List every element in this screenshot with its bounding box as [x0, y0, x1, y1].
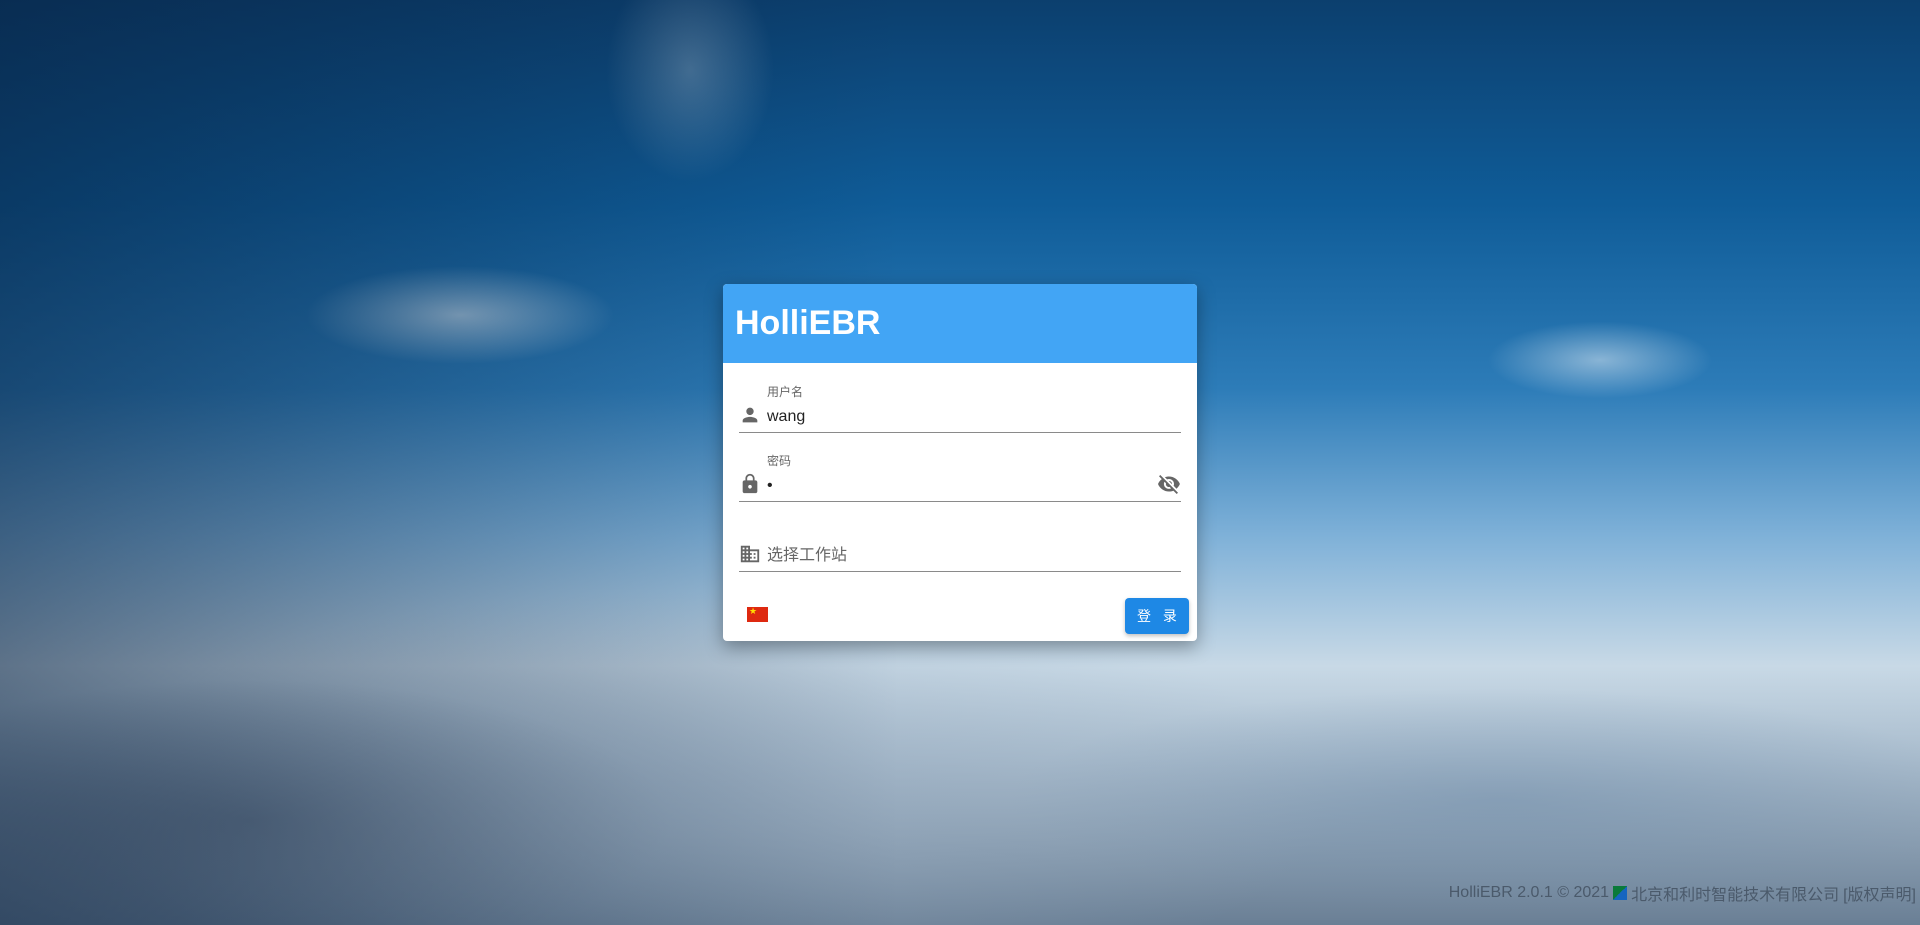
login-button[interactable]: 登 录: [1125, 598, 1189, 634]
company-name: 北京和利时智能技术有限公司: [1631, 887, 1840, 904]
company-logo-icon: [1613, 886, 1628, 900]
username-label: 用户名: [767, 385, 804, 399]
flag-star: ★: [749, 607, 758, 617]
login-card: HolliEBR 用户名 wang 密码 • 选择工作站 ★ 登 录: [723, 284, 1197, 641]
workstation-placeholder: 选择工作站: [767, 545, 848, 564]
username-input[interactable]: wang: [767, 408, 805, 426]
workstation-select[interactable]: 选择工作站: [739, 522, 1181, 572]
login-card-header: HolliEBR: [723, 284, 1197, 363]
username-field[interactable]: 用户名 wang: [739, 383, 1181, 433]
app-title: HolliEBR: [735, 304, 881, 342]
lock-icon: [742, 473, 758, 494]
password-label: 密码: [767, 454, 792, 468]
china-flag-icon[interactable]: ★: [747, 607, 768, 622]
building-icon: [740, 545, 760, 563]
version-text: HolliEBR 2.0.1 © 2021: [1448, 884, 1610, 901]
eye-off-icon[interactable]: [1157, 472, 1181, 496]
footer: HolliEBR 2.0.1 © 2021 北京和利时智能技术有限公司 [版权声…: [1449, 881, 1916, 905]
person-icon: [742, 407, 758, 423]
password-input[interactable]: •: [767, 477, 773, 495]
license-link[interactable]: [版权声明]: [1843, 881, 1916, 905]
password-field[interactable]: 密码 •: [739, 452, 1181, 502]
